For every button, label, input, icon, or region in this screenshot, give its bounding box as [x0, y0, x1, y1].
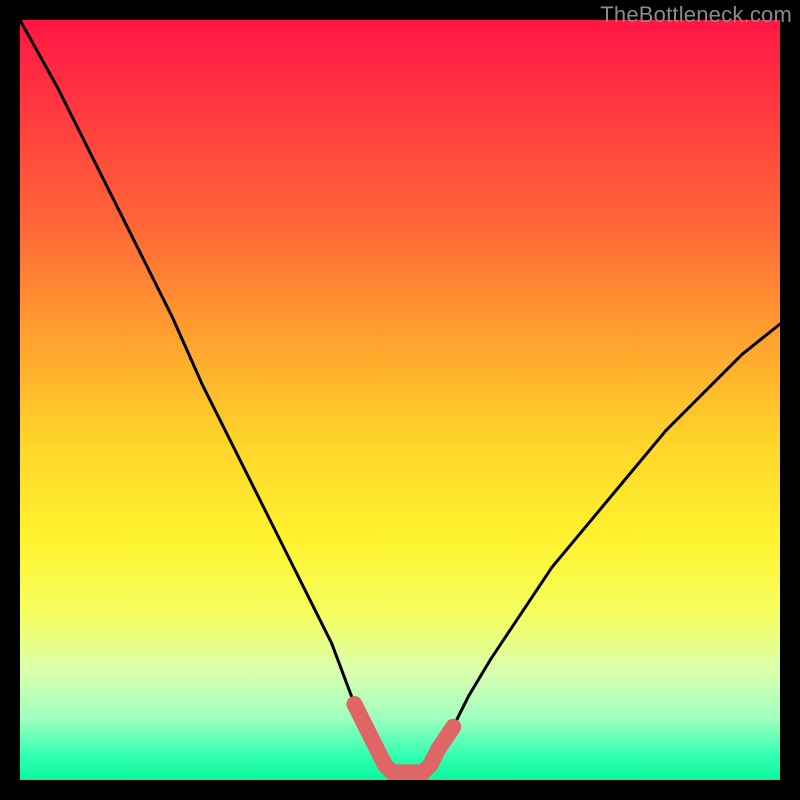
chart-plot-area — [20, 20, 780, 780]
highlight-segment — [354, 704, 453, 772]
chart-frame: TheBottleneck.com — [0, 0, 800, 800]
bottleneck-curve — [20, 20, 780, 772]
watermark-text: TheBottleneck.com — [600, 2, 792, 28]
chart-svg — [20, 20, 780, 780]
